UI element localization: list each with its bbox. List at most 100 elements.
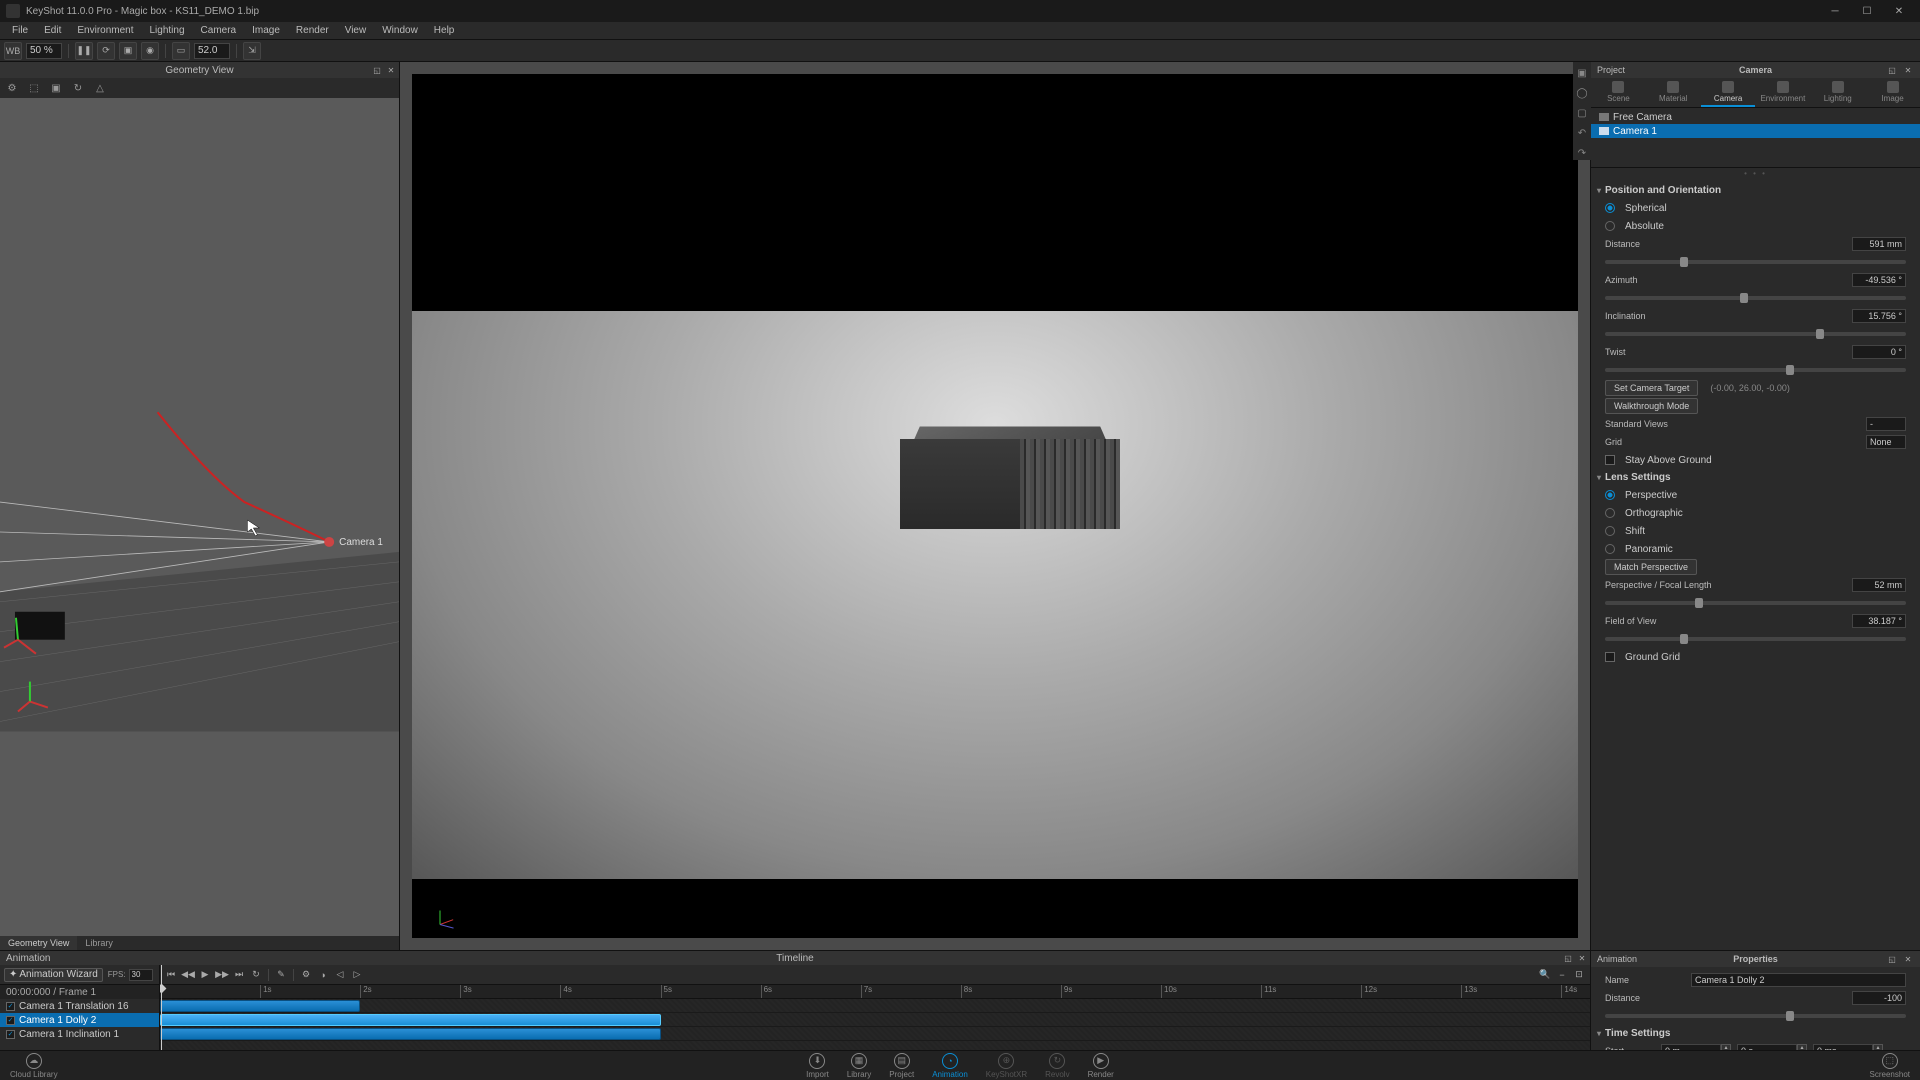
close-timeline-icon[interactable]: ✕ — [1576, 952, 1588, 964]
bb-render[interactable]: ▶Render — [1088, 1053, 1114, 1079]
maximize-button[interactable]: ☐ — [1852, 2, 1882, 20]
tab-scene[interactable]: Scene — [1591, 78, 1646, 107]
radio-spherical[interactable] — [1605, 203, 1615, 213]
playhead[interactable] — [161, 965, 162, 1050]
pause-icon[interactable]: ❚❚ — [75, 42, 93, 60]
menu-edit[interactable]: Edit — [36, 22, 69, 40]
tab-environment[interactable]: Environment — [1755, 78, 1810, 107]
side-redo-icon[interactable]: ↷ — [1575, 146, 1589, 160]
menu-lighting[interactable]: Lighting — [142, 22, 193, 40]
camera-icon[interactable]: ▣ — [48, 80, 64, 96]
menu-camera[interactable]: Camera — [193, 22, 245, 40]
focal-length-input[interactable]: 52 mm — [1852, 578, 1906, 592]
twist-input[interactable]: 0 ° — [1852, 345, 1906, 359]
clip-translation[interactable] — [160, 1000, 360, 1012]
fps-input[interactable] — [129, 969, 153, 981]
close-project-icon[interactable]: ✕ — [1902, 64, 1914, 76]
track-enable-checkbox[interactable] — [6, 1016, 15, 1025]
fov-slider[interactable] — [1605, 637, 1906, 641]
track-enable-checkbox[interactable] — [6, 1030, 15, 1039]
timeline-tracks[interactable]: ⏮ ◀◀ ▶ ▶▶ ⏭ ↻ ✎ ⚙ ◑ ◁ ▷ 🔍 − ⊡ 1s 2s — [160, 965, 1590, 1050]
set-camera-target-button[interactable]: Set Camera Target — [1605, 380, 1698, 396]
tab-material[interactable]: Material — [1646, 78, 1701, 107]
prev-key-icon[interactable]: ◁ — [333, 968, 347, 982]
menu-window[interactable]: Window — [374, 22, 426, 40]
distance-input[interactable]: 591 mm — [1852, 237, 1906, 251]
side-sphere-icon[interactable]: ◯ — [1575, 86, 1589, 100]
undock-timeline-icon[interactable]: ◱ — [1562, 952, 1574, 964]
tab-lighting[interactable]: Lighting — [1810, 78, 1865, 107]
menu-file[interactable]: File — [4, 22, 36, 40]
cube-icon[interactable]: ▣ — [119, 42, 137, 60]
close-panel-icon[interactable]: ✕ — [385, 64, 397, 76]
azimuth-slider[interactable] — [1605, 296, 1906, 300]
radio-shift[interactable] — [1605, 526, 1615, 536]
settings-icon[interactable]: ⚙ — [299, 968, 313, 982]
region-icon[interactable]: ▭ — [172, 42, 190, 60]
close-button[interactable]: ✕ — [1884, 2, 1914, 20]
preview-icon[interactable]: ◑ — [316, 968, 330, 982]
cloud-library-button[interactable]: ☁ Cloud Library — [10, 1053, 58, 1079]
tab-image[interactable]: Image — [1865, 78, 1920, 107]
fov-input[interactable]: 38.187 ° — [1852, 614, 1906, 628]
radio-panoramic[interactable] — [1605, 544, 1615, 554]
camera-item-camera1[interactable]: Camera 1 — [1591, 124, 1920, 138]
camera-item-free[interactable]: Free Camera — [1591, 110, 1920, 124]
track-label-translation[interactable]: Camera 1 Translation 16 — [0, 999, 159, 1013]
radio-absolute[interactable] — [1605, 221, 1615, 231]
tab-geometry-view[interactable]: Geometry View — [0, 936, 77, 950]
radio-orthographic[interactable] — [1605, 508, 1615, 518]
loop-icon[interactable]: ↻ — [249, 968, 263, 982]
undock-icon[interactable]: ◱ — [371, 64, 383, 76]
track-enable-checkbox[interactable] — [6, 1002, 15, 1011]
walkthrough-button[interactable]: Walkthrough Mode — [1605, 398, 1698, 414]
menu-help[interactable]: Help — [426, 22, 463, 40]
match-perspective-button[interactable]: Match Perspective — [1605, 559, 1697, 575]
gripper[interactable]: • • • — [1591, 168, 1920, 178]
clip-dolly[interactable] — [160, 1014, 661, 1026]
side-undo-icon[interactable]: ↶ — [1575, 126, 1589, 140]
timeline-ruler[interactable]: 1s 2s 3s 4s 5s 6s 7s 8s 9s 10s 11s 12s 1… — [160, 985, 1590, 999]
undock-project-icon[interactable]: ◱ — [1886, 64, 1898, 76]
search-icon[interactable]: 🔍 — [1538, 968, 1552, 982]
menu-image[interactable]: Image — [244, 22, 288, 40]
render-viewport[interactable] — [400, 62, 1590, 950]
track-label-dolly[interactable]: Camera 1 Dolly 2 — [0, 1013, 159, 1027]
bb-project[interactable]: ▤Project — [889, 1053, 914, 1079]
step-fwd-icon[interactable]: ▶▶ — [215, 968, 229, 982]
zoom-input[interactable] — [26, 43, 62, 59]
next-key-icon[interactable]: ▷ — [350, 968, 364, 982]
menu-environment[interactable]: Environment — [69, 22, 141, 40]
ground-grid-checkbox[interactable] — [1605, 652, 1615, 662]
screenshot-button[interactable]: ⬚ Screenshot — [1870, 1053, 1910, 1079]
focal-slider[interactable] — [1605, 601, 1906, 605]
standard-views-dropdown[interactable]: - — [1866, 417, 1906, 431]
clip-inclination[interactable] — [160, 1028, 661, 1040]
go-end-icon[interactable]: ⏭ — [232, 968, 246, 982]
close-properties-icon[interactable]: ✕ — [1902, 953, 1914, 965]
refresh-icon[interactable]: ⟳ — [97, 42, 115, 60]
globe-icon[interactable]: ◉ — [141, 42, 159, 60]
section-time-settings[interactable]: Time Settings — [1597, 1025, 1914, 1042]
bb-import[interactable]: ⬇Import — [806, 1053, 829, 1079]
tab-library[interactable]: Library — [77, 936, 121, 950]
radio-perspective[interactable] — [1605, 490, 1615, 500]
undock-properties-icon[interactable]: ◱ — [1886, 953, 1898, 965]
section-lens[interactable]: Lens Settings — [1597, 469, 1914, 486]
step-back-icon[interactable]: ◀◀ — [181, 968, 195, 982]
zoom-fit-icon[interactable]: ⊡ — [1572, 968, 1586, 982]
side-cube-icon[interactable]: ▣ — [1575, 66, 1589, 80]
play-icon[interactable]: ▶ — [198, 968, 212, 982]
grid-dropdown[interactable]: None — [1866, 435, 1906, 449]
animation-wizard-button[interactable]: ✦Animation Wizard — [4, 968, 103, 982]
bb-library[interactable]: ▦Library — [847, 1053, 871, 1079]
side-box-icon[interactable]: ▢ — [1575, 106, 1589, 120]
menu-render[interactable]: Render — [288, 22, 337, 40]
minimize-button[interactable]: ─ — [1820, 2, 1850, 20]
tab-camera[interactable]: Camera — [1701, 78, 1756, 107]
menu-view[interactable]: View — [337, 22, 375, 40]
azimuth-input[interactable]: -49.536 ° — [1852, 273, 1906, 287]
zoom-out-icon[interactable]: − — [1555, 968, 1569, 982]
wb-button[interactable]: WB — [4, 42, 22, 60]
measure-icon[interactable]: △ — [92, 80, 108, 96]
